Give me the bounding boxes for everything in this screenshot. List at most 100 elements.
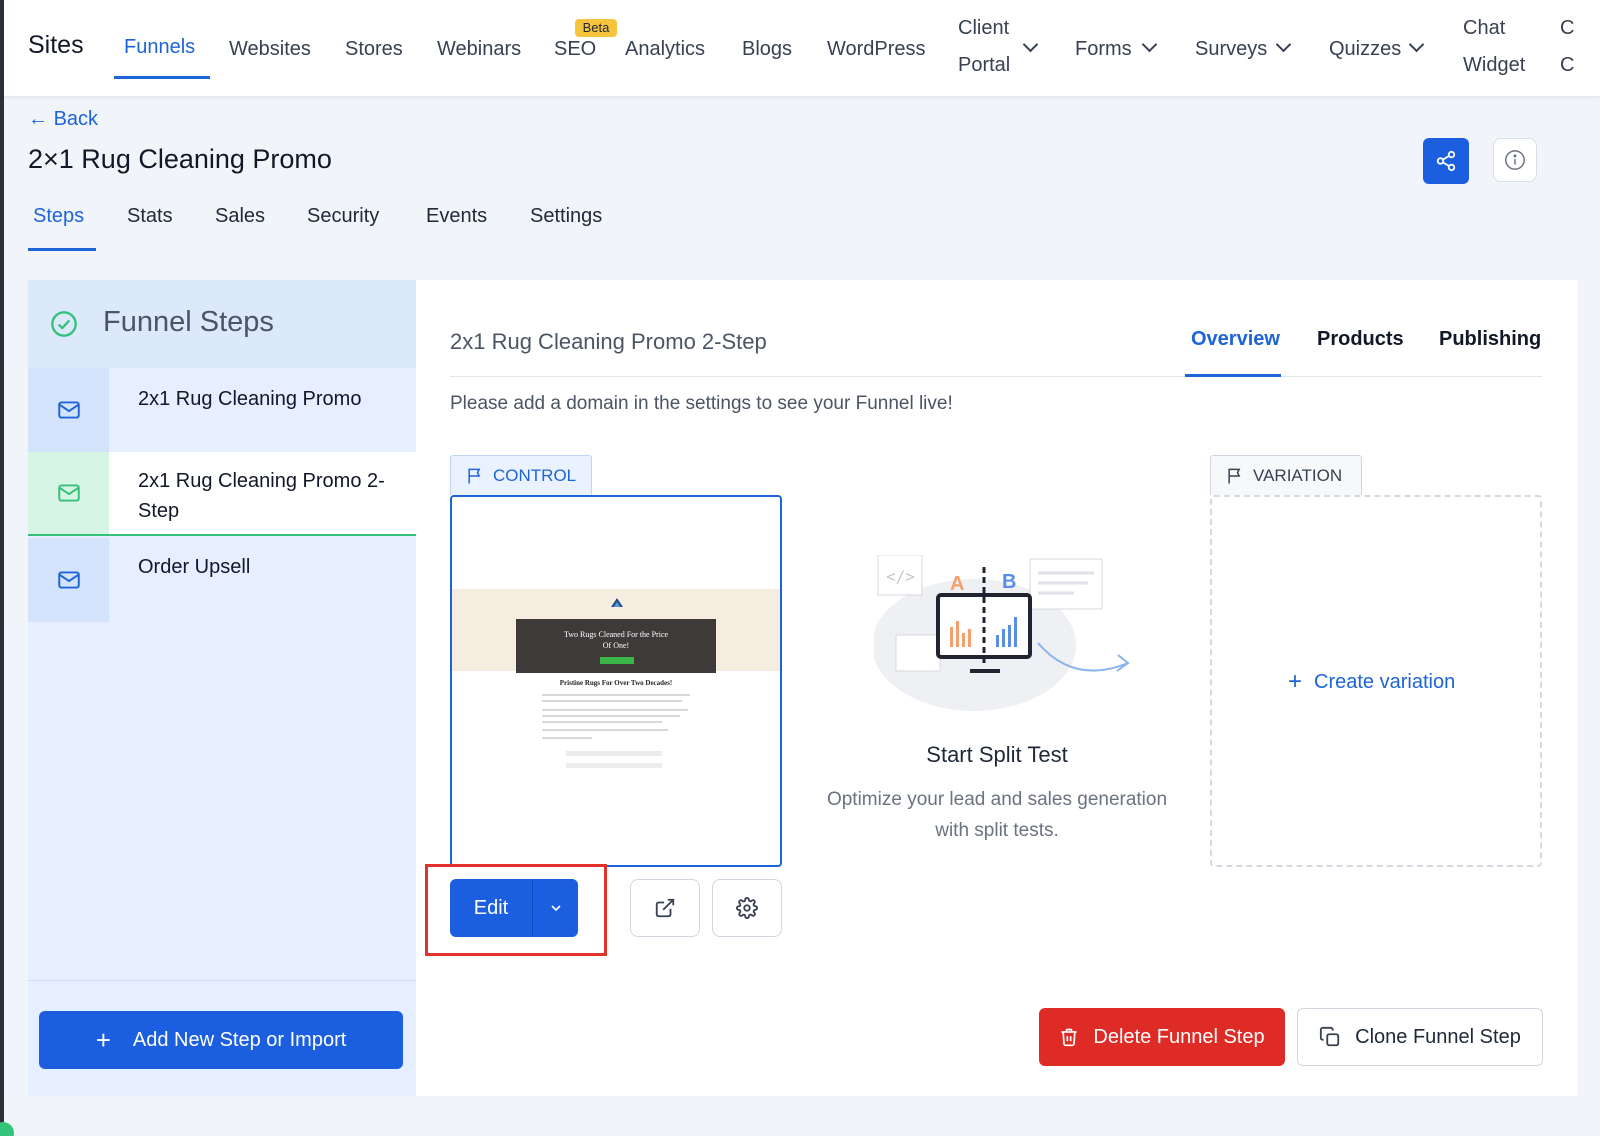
preview-text-line — [542, 700, 682, 702]
trash-icon — [1061, 1028, 1077, 1047]
chevron-down-icon[interactable] — [1022, 36, 1039, 53]
nav-client-portal-line2: Portal — [958, 54, 1011, 76]
variant-b-label: B — [1002, 571, 1016, 593]
variation-label: VARIATION — [1253, 465, 1343, 485]
nav-chat-widget[interactable]: Chat Widget — [1463, 10, 1525, 84]
split-test-illustration: </> A B — [874, 555, 1130, 711]
edit-label: Edit — [473, 896, 509, 919]
nav-overflow-line2: C — [1560, 54, 1575, 76]
mail-icon — [57, 571, 80, 589]
variant-a-label: A — [950, 573, 964, 595]
delete-funnel-step-button[interactable]: Delete Funnel Step — [1039, 1008, 1285, 1066]
subtab-overview[interactable]: Overview — [1191, 328, 1280, 351]
open-preview-button[interactable] — [630, 879, 700, 937]
nav-quizzes[interactable]: Quizzes — [1329, 38, 1401, 61]
nav-forms[interactable]: Forms — [1075, 38, 1132, 61]
info-icon — [1505, 150, 1525, 170]
domain-notice: Please add a domain in the settings to s… — [450, 393, 953, 414]
step-label: 2x1 Rug Cleaning Promo — [138, 388, 362, 410]
step-label: 2x1 Rug Cleaning Promo 2- Step — [138, 466, 385, 526]
variation-tag: VARIATION — [1210, 455, 1362, 495]
top-navigation: Sites Funnels Websites Stores Webinars B… — [4, 0, 1600, 97]
tab-sales[interactable]: Sales — [215, 205, 265, 228]
preview-text-line — [542, 737, 592, 739]
preview-form-field — [566, 751, 662, 756]
nav-overflow-item[interactable]: C C — [1560, 10, 1574, 84]
chevron-down-icon[interactable] — [1408, 36, 1425, 53]
chevron-down-icon[interactable] — [1141, 36, 1158, 53]
nav-websites[interactable]: Websites — [229, 38, 311, 61]
app-left-edge — [0, 0, 4, 1136]
funnel-steps-title: Funnel Steps — [103, 306, 274, 338]
nav-stores[interactable]: Stores — [345, 38, 403, 61]
step-label: Order Upsell — [138, 556, 251, 578]
split-test-description-line1: Optimize your lead and sales generation — [826, 789, 1168, 810]
create-variation-button[interactable]: + Create variation — [1288, 668, 1455, 696]
step-icon-cell — [28, 452, 109, 534]
tab-events[interactable]: Events — [426, 205, 487, 228]
tab-settings[interactable]: Settings — [530, 205, 602, 228]
subtab-active-underline — [1185, 374, 1281, 377]
nav-blogs[interactable]: Blogs — [742, 38, 792, 61]
info-button[interactable] — [1493, 138, 1537, 182]
control-tag: CONTROL — [450, 455, 592, 495]
tab-security[interactable]: Security — [307, 205, 379, 228]
funnel-steps-panel: Funnel Steps 2x1 Rug Cleaning Promo 2x1 … — [28, 280, 416, 1096]
funnel-step-2[interactable]: 2x1 Rug Cleaning Promo 2- Step — [28, 452, 416, 536]
preview-form-field — [566, 763, 662, 768]
subtab-publishing[interactable]: Publishing — [1439, 328, 1541, 351]
preview-text-line — [542, 709, 688, 711]
nav-active-underline — [114, 76, 210, 79]
copy-icon — [1320, 1026, 1340, 1047]
chevron-down-icon — [550, 905, 561, 912]
funnel-steps-header: Funnel Steps — [28, 280, 416, 368]
edit-button[interactable]: Edit — [450, 879, 578, 937]
nav-seo[interactable]: SEO — [554, 38, 596, 61]
logo-icon — [611, 598, 623, 607]
nav-chat-widget-line1: Chat — [1463, 17, 1506, 39]
nav-client-portal-line1: Client — [958, 17, 1010, 39]
clone-label: Clone Funnel Step — [1355, 1025, 1521, 1048]
nav-client-portal[interactable]: Client Portal — [958, 10, 1010, 84]
step-icon-cell — [28, 538, 109, 622]
subtab-products[interactable]: Products — [1317, 328, 1404, 351]
clone-funnel-step-button[interactable]: Clone Funnel Step — [1297, 1008, 1543, 1066]
preview-heading: Pristine Rugs For Over Two Decades! — [559, 679, 673, 687]
share-button[interactable] — [1423, 138, 1469, 184]
status-dot — [0, 1122, 14, 1136]
split-test-description: Optimize your lead and sales generation … — [812, 784, 1182, 846]
step-settings-button[interactable] — [712, 879, 782, 937]
control-label: CONTROL — [493, 465, 577, 485]
tab-steps[interactable]: Steps — [33, 205, 84, 228]
funnel-step-1[interactable]: 2x1 Rug Cleaning Promo — [28, 368, 416, 452]
tab-stats[interactable]: Stats — [127, 205, 173, 228]
preview-hero-line1: Two Rugs Cleaned For the Price — [563, 630, 669, 639]
panel-divider — [28, 980, 416, 981]
chevron-down-icon[interactable] — [1275, 36, 1292, 53]
step-icon-cell — [28, 368, 109, 452]
nav-wordpress[interactable]: WordPress — [827, 38, 926, 61]
check-circle-icon — [51, 311, 77, 337]
back-link[interactable]: ← Back — [28, 108, 98, 131]
flag-icon — [468, 468, 481, 483]
share-icon — [1436, 150, 1456, 172]
add-new-step-button[interactable]: + Add New Step or Import — [39, 1011, 403, 1069]
plus-icon: + — [95, 1024, 111, 1055]
nav-overflow-line1: C — [1560, 17, 1575, 39]
funnel-step-3[interactable]: Order Upsell — [28, 538, 416, 622]
gear-icon — [736, 897, 758, 919]
step-label-line1: 2x1 Rug Cleaning Promo 2- — [138, 470, 385, 492]
nav-webinars[interactable]: Webinars — [437, 38, 521, 61]
nav-funnels[interactable]: Funnels — [124, 36, 195, 59]
nav-analytics[interactable]: Analytics — [625, 38, 705, 61]
step-title: 2x1 Rug Cleaning Promo 2-Step — [450, 329, 767, 354]
split-test-description-line2: with split tests. — [935, 820, 1059, 841]
edit-dropdown-toggle[interactable] — [533, 879, 578, 937]
back-label: Back — [53, 108, 99, 130]
preview-hero-text: Two Rugs Cleaned For the Price Of One! — [516, 629, 716, 651]
preview-hero-line2: Of One! — [602, 641, 630, 650]
control-page-preview[interactable]: Two Rugs Cleaned For the Price Of One! P… — [450, 495, 782, 867]
nav-surveys[interactable]: Surveys — [1195, 38, 1267, 61]
preview-cta — [600, 657, 634, 664]
step-label-line2: Step — [138, 500, 180, 522]
